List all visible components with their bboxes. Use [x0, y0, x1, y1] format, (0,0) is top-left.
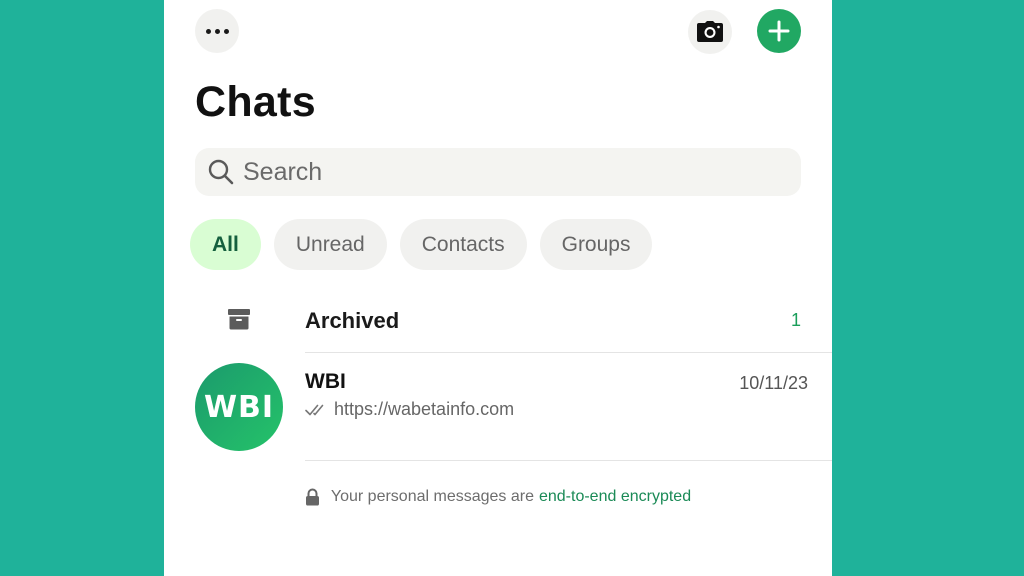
archived-row[interactable]: Archived 1	[164, 297, 832, 343]
plus-icon	[768, 20, 790, 42]
avatar[interactable]: WBI	[195, 363, 283, 451]
double-check-icon	[305, 404, 324, 415]
search-input[interactable]	[243, 157, 763, 187]
divider	[305, 352, 832, 353]
more-options-button[interactable]	[195, 9, 239, 53]
filter-groups[interactable]: Groups	[539, 219, 653, 270]
chat-timestamp: 10/11/23	[739, 373, 808, 393]
filter-all[interactable]: All	[190, 219, 261, 270]
encryption-link[interactable]: end-to-end encrypted	[539, 488, 691, 506]
chat-name: WBI	[305, 370, 346, 393]
chats-screen: Chats All Unread Contacts Groups Archive…	[164, 0, 832, 576]
avatar-text: WBI	[203, 389, 275, 425]
lock-icon	[305, 488, 320, 506]
new-chat-button[interactable]	[757, 9, 801, 53]
archive-icon	[228, 309, 250, 330]
chat-preview-text: https://wabetainfo.com	[334, 399, 515, 419]
filter-chips: All Unread Contacts Groups	[190, 219, 653, 270]
more-horizontal-icon	[205, 28, 229, 34]
filter-unread[interactable]: Unread	[273, 219, 387, 270]
divider	[305, 460, 832, 461]
encryption-note: Your personal messages are end-to-end en…	[164, 488, 832, 506]
encryption-text: Your personal messages are	[330, 488, 534, 505]
page-title: Chats	[195, 78, 316, 126]
search-icon	[207, 158, 235, 186]
camera-button[interactable]	[688, 10, 732, 54]
search-bar[interactable]	[195, 148, 801, 196]
archived-count: 1	[791, 310, 802, 330]
filter-contacts[interactable]: Contacts	[399, 219, 527, 270]
archived-label: Archived	[305, 308, 400, 333]
chat-preview: https://wabetainfo.com	[305, 399, 514, 420]
camera-icon	[697, 21, 723, 42]
chat-list-item[interactable]: WBI WBI 10/11/23 https://wabetainfo.com	[164, 355, 832, 459]
